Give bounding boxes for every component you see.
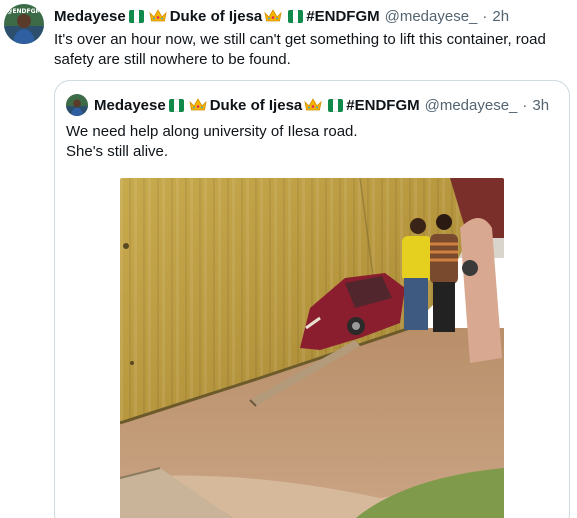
timestamp[interactable]: 2h <box>492 8 509 25</box>
quoted-hashtag[interactable]: #ENDFGM <box>346 97 419 114</box>
quoted-text: We need help along university of Ilesa r… <box>66 122 556 162</box>
quoted-handle[interactable]: @medayese_ <box>425 97 518 114</box>
crown-icon <box>304 98 322 111</box>
quoted-display-name[interactable]: Medayese <box>94 97 166 114</box>
avatar-label: @ENDFGM <box>6 8 41 15</box>
crown-icon <box>264 9 282 22</box>
tweet[interactable]: @ENDFGM Medayese Duke of Ijesa #ENDFGM @… <box>0 0 577 518</box>
accident-photo[interactable] <box>120 178 504 518</box>
crown-icon <box>149 9 167 22</box>
tweet-header: Medayese Duke of Ijesa #ENDFGM @medayese… <box>54 5 509 27</box>
nigeria-flag-icon <box>128 9 144 23</box>
hashtag[interactable]: #ENDFGM <box>306 8 379 25</box>
separator: · <box>522 96 528 114</box>
quoted-timestamp[interactable]: 3h <box>532 97 549 114</box>
separator: · <box>482 7 488 25</box>
quoted-name-suffix[interactable]: Duke of Ijesa <box>210 97 303 114</box>
name-suffix[interactable]: Duke of Ijesa <box>170 8 263 25</box>
display-name[interactable]: Medayese <box>54 8 126 25</box>
crown-icon <box>189 98 207 111</box>
quoted-header: Medayese Duke of Ijesa #ENDFGM @medayese… <box>94 95 549 115</box>
tweet-text: It's over an hour now, we still can't ge… <box>54 31 546 68</box>
handle[interactable]: @medayese_ <box>385 8 478 25</box>
nigeria-flag-icon <box>328 98 344 112</box>
avatar[interactable]: @ENDFGM <box>4 4 44 44</box>
nigeria-flag-icon <box>288 9 304 23</box>
quoted-tweet[interactable]: Medayese Duke of Ijesa #ENDFGM @medayese… <box>54 80 570 518</box>
quoted-text-line: She's still alive. <box>66 143 169 160</box>
nigeria-flag-icon <box>168 98 184 112</box>
quoted-text-line: We need help along university of Ilesa r… <box>66 123 358 140</box>
quoted-avatar[interactable] <box>66 94 88 116</box>
